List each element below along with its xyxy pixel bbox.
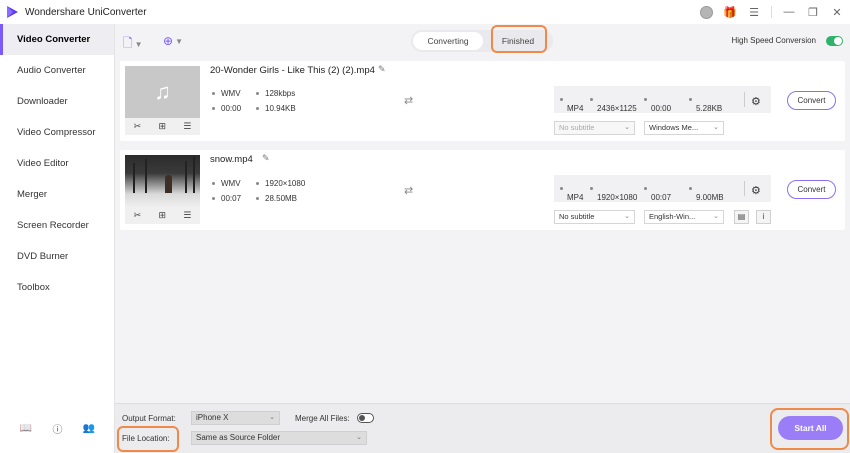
source-size: 28.50MB bbox=[256, 194, 297, 203]
output-format-label: Output Format: bbox=[122, 414, 176, 423]
audio-thumbnail: ♫ bbox=[125, 66, 200, 118]
subtitle-dropdown[interactable]: No subtitle ⌄ bbox=[554, 210, 635, 224]
chevron-down-icon: ⌄ bbox=[624, 124, 630, 131]
divider bbox=[771, 6, 772, 18]
gift-icon[interactable]: 🎁 bbox=[723, 5, 737, 19]
chevron-down-icon: ⌄ bbox=[269, 414, 275, 421]
source-resolution: 1920×1080 bbox=[256, 179, 305, 188]
output-info[interactable]: MP4 1920×1080 00:07 9.00MB ⚙ bbox=[554, 175, 771, 202]
file-name: 20-Wonder Girls - Like This (2) (2).mp4 bbox=[210, 65, 375, 76]
bottom-bar: Output Format: iPhone X ⌄ Merge All Files… bbox=[115, 403, 850, 453]
source-format: WMV bbox=[212, 89, 241, 98]
audio-track-dropdown[interactable]: English-Win... ⌄ bbox=[644, 210, 724, 224]
chevron-down-icon: ⌄ bbox=[713, 213, 719, 220]
user-group-icon[interactable]: 👥 bbox=[82, 421, 96, 435]
audio-track-dropdown[interactable]: Windows Me... ⌄ bbox=[644, 121, 724, 135]
convert-arrow-icon: ⇄ bbox=[404, 95, 414, 107]
chevron-down-icon: ⌄ bbox=[624, 213, 630, 220]
add-files-button[interactable]: 🗋 ▼ bbox=[123, 34, 143, 55]
convert-button[interactable]: Convert bbox=[787, 180, 836, 199]
toolbar: 🗋 ▼ ⊕ ▼ Converting Finished High Speed Con… bbox=[115, 24, 850, 58]
crop-icon[interactable]: ⊞ bbox=[158, 121, 166, 132]
file-location-dropdown[interactable]: Same as Source Folder ⌄ bbox=[191, 431, 367, 445]
source-size: 10.94KB bbox=[256, 104, 296, 113]
sidebar-item-video-converter[interactable]: Video Converter bbox=[0, 24, 114, 55]
merge-toggle[interactable] bbox=[357, 413, 374, 423]
rename-icon[interactable]: ✎ bbox=[262, 153, 270, 164]
video-thumbnail bbox=[125, 155, 200, 207]
file-name: snow.mp4 bbox=[210, 154, 253, 165]
source-duration: 00:00 bbox=[212, 104, 241, 113]
music-note-icon: ♫ bbox=[154, 79, 171, 104]
merge-label: Merge All Files: bbox=[295, 414, 350, 423]
sidebar-item-video-compressor[interactable]: Video Compressor bbox=[0, 117, 114, 148]
crop-icon[interactable]: ⊞ bbox=[158, 210, 166, 221]
sidebar-item-screen-recorder[interactable]: Screen Recorder bbox=[0, 210, 114, 241]
scissors-icon[interactable]: ✂ bbox=[134, 121, 142, 132]
highlight-finished-tab bbox=[491, 25, 547, 53]
add-file-icon: 🗋 bbox=[123, 36, 133, 50]
start-all-button[interactable]: Start All bbox=[778, 416, 843, 440]
settings-gear-icon[interactable]: ⚙ bbox=[751, 184, 761, 197]
file-card-1: ♫ ✂ ⊞ ☰ 20-Wonder Girls - Like This (2) … bbox=[120, 61, 845, 141]
subtitle-dropdown[interactable]: No subtitle ⌄ bbox=[554, 121, 635, 135]
sidebar-item-toolbox[interactable]: Toolbox bbox=[0, 272, 114, 303]
thumbnail-tools: ✂ ⊞ ☰ bbox=[125, 118, 200, 135]
chevron-down-icon: ▼ bbox=[175, 36, 183, 46]
source-duration: 00:07 bbox=[212, 194, 241, 203]
output-info[interactable]: MP4 2436×1125 00:00 5.28KB ⚙ bbox=[554, 86, 771, 113]
sidebar-item-dvd-burner[interactable]: DVD Burner bbox=[0, 241, 114, 272]
sidebar-item-audio-converter[interactable]: Audio Converter bbox=[0, 55, 114, 86]
convert-button[interactable]: Convert bbox=[787, 91, 836, 110]
file-card-2: ✂ ⊞ ☰ snow.mp4 ✎ WMV 1920×1080 00:07 28.… bbox=[120, 150, 845, 230]
output-format-dropdown[interactable]: iPhone X ⌄ bbox=[191, 411, 280, 425]
effects-list-icon[interactable]: ☰ bbox=[183, 210, 191, 221]
chevron-down-icon: ⌄ bbox=[713, 124, 719, 131]
sidebar-item-video-editor[interactable]: Video Editor bbox=[0, 148, 114, 179]
thumbnail-tools: ✂ ⊞ ☰ bbox=[125, 207, 200, 224]
effects-list-icon[interactable]: ☰ bbox=[183, 121, 191, 132]
highlight-file-location bbox=[117, 426, 179, 452]
high-speed-label: High Speed Conversion bbox=[731, 36, 817, 45]
chevron-down-icon: ▼ bbox=[134, 40, 143, 49]
source-bitrate: 128kbps bbox=[256, 89, 295, 98]
subtitle-edit-icon[interactable]: ▤ bbox=[734, 210, 749, 224]
high-speed-toggle[interactable] bbox=[826, 36, 843, 46]
book-icon[interactable]: 📖 bbox=[19, 421, 33, 435]
chevron-down-icon: ⌄ bbox=[356, 434, 362, 441]
sidebar-item-merger[interactable]: Merger bbox=[0, 179, 114, 210]
title-bar: Wondershare UniConverter 🎁 ☰ — ❐ ✕ bbox=[0, 0, 850, 24]
app-logo-icon bbox=[5, 5, 19, 19]
app-title: Wondershare UniConverter bbox=[25, 6, 147, 18]
rename-icon[interactable]: ✎ bbox=[378, 64, 386, 75]
help-icon[interactable]: ⓘ bbox=[50, 421, 64, 436]
restore-icon[interactable]: ❐ bbox=[806, 5, 820, 19]
add-media-icon: ⊕ bbox=[163, 34, 174, 48]
settings-gear-icon[interactable]: ⚙ bbox=[751, 95, 761, 108]
convert-arrow-icon: ⇄ bbox=[404, 185, 414, 197]
close-icon[interactable]: ✕ bbox=[830, 5, 844, 19]
load-media-button[interactable]: ⊕ ▼ bbox=[163, 34, 183, 48]
source-format: WMV bbox=[212, 179, 241, 188]
sidebar: Video Converter Audio Converter Download… bbox=[0, 24, 115, 453]
tab-converting[interactable]: Converting bbox=[413, 32, 483, 50]
info-icon[interactable]: i bbox=[756, 210, 771, 224]
menu-icon[interactable]: ☰ bbox=[747, 5, 761, 19]
sidebar-item-downloader[interactable]: Downloader bbox=[0, 86, 114, 117]
minimize-icon[interactable]: — bbox=[782, 5, 796, 19]
account-icon[interactable] bbox=[699, 5, 713, 19]
scissors-icon[interactable]: ✂ bbox=[134, 210, 142, 221]
